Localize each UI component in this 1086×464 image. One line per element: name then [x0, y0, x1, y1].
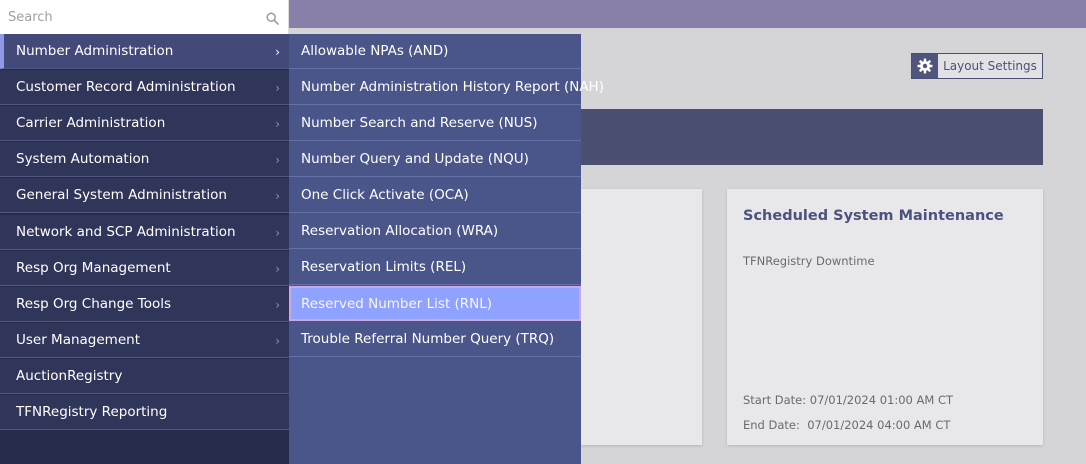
end-date-value: 07/01/2024 04:00 AM CT: [807, 418, 951, 432]
dashboard-banner: [560, 109, 1043, 165]
menu-item-carrier-administration[interactable]: Carrier Administration ›: [0, 106, 289, 141]
start-date-row: Start Date: 07/01/2024 01:00 AM CT: [743, 393, 953, 407]
menu-item-label: User Management: [16, 332, 140, 348]
submenu-item-nqu[interactable]: Number Query and Update (NQU): [289, 142, 581, 177]
end-date-row: End Date: 07/01/2024 04:00 AM CT: [743, 418, 950, 432]
submenu-item-nah[interactable]: Number Administration History Report (NA…: [289, 70, 604, 105]
menu-item-resp-org-change-tools[interactable]: Resp Org Change Tools ›: [0, 287, 289, 322]
menu-item-label: Resp Org Change Tools: [16, 296, 172, 312]
main-menu: Number Administration › Customer Record …: [0, 34, 289, 464]
maintenance-card-title: Scheduled System Maintenance: [743, 208, 1004, 224]
chevron-right-icon: ›: [275, 117, 280, 131]
number-administration-submenu: Allowable NPAs (AND) Number Administrati…: [289, 34, 604, 464]
menu-item-label: Resp Org Management: [16, 260, 171, 276]
menu-item-label: Network and SCP Administration: [16, 224, 236, 240]
menu-item-label: Carrier Administration: [16, 115, 166, 131]
maintenance-card: Scheduled System Maintenance TFNRegistry…: [727, 189, 1043, 445]
chevron-right-icon: ›: [275, 298, 280, 312]
menu-item-system-automation[interactable]: System Automation ›: [0, 142, 289, 177]
menu-item-user-management[interactable]: User Management ›: [0, 323, 289, 358]
menu-item-tfnregistry-reporting[interactable]: TFNRegistry Reporting: [0, 395, 289, 430]
chevron-right-icon: ›: [275, 189, 280, 203]
submenu-item-rnl[interactable]: Reserved Number List (RNL): [289, 286, 581, 321]
layout-settings-label: Layout Settings: [943, 59, 1037, 73]
end-date-label: End Date:: [743, 418, 800, 432]
menu-item-number-administration[interactable]: Number Administration ›: [0, 34, 289, 69]
submenu-item-nus[interactable]: Number Search and Reserve (NUS): [289, 106, 581, 141]
menu-item-auction-registry[interactable]: AuctionRegistry: [0, 359, 289, 394]
chevron-right-icon: ›: [275, 262, 280, 276]
start-date-label: Start Date:: [743, 393, 807, 407]
layout-settings-button[interactable]: Layout Settings: [911, 53, 1043, 79]
menu-item-resp-org-management[interactable]: Resp Org Management ›: [0, 251, 289, 286]
submenu-item-oca[interactable]: One Click Activate (OCA): [289, 178, 581, 213]
menu-item-label: TFNRegistry Reporting: [16, 404, 168, 420]
chevron-right-icon: ›: [275, 81, 280, 95]
start-date-value: 07/01/2024 01:00 AM CT: [809, 393, 954, 407]
menu-item-label: General System Administration: [16, 187, 227, 203]
chevron-right-icon: ›: [275, 153, 280, 167]
dashboard-card: [560, 189, 702, 445]
menu-item-label: AuctionRegistry: [16, 368, 123, 384]
search-icon[interactable]: [266, 10, 279, 29]
submenu-item-rel[interactable]: Reservation Limits (REL): [289, 250, 581, 285]
menu-item-general-system-administration[interactable]: General System Administration ›: [0, 178, 289, 213]
menu-item-label: Customer Record Administration: [16, 79, 236, 95]
maintenance-card-subtitle: TFNRegistry Downtime: [743, 254, 875, 268]
search-input[interactable]: [0, 9, 250, 25]
menu-item-label: Number Administration: [16, 43, 174, 59]
chevron-right-icon: ›: [275, 334, 280, 348]
menu-item-customer-record-administration[interactable]: Customer Record Administration ›: [0, 70, 289, 105]
submenu-item-wra[interactable]: Reservation Allocation (WRA): [289, 214, 581, 249]
chevron-right-icon: ›: [275, 226, 280, 240]
menu-item-label: System Automation: [16, 151, 150, 167]
menu-item-network-scp-administration[interactable]: Network and SCP Administration ›: [0, 215, 289, 250]
submenu-item-and[interactable]: Allowable NPAs (AND): [289, 34, 581, 69]
submenu-item-trq[interactable]: Trouble Referral Number Query (TRQ): [289, 322, 581, 357]
gear-icon: [912, 54, 938, 78]
chevron-right-icon: ›: [275, 45, 280, 59]
search-box: [0, 0, 289, 34]
